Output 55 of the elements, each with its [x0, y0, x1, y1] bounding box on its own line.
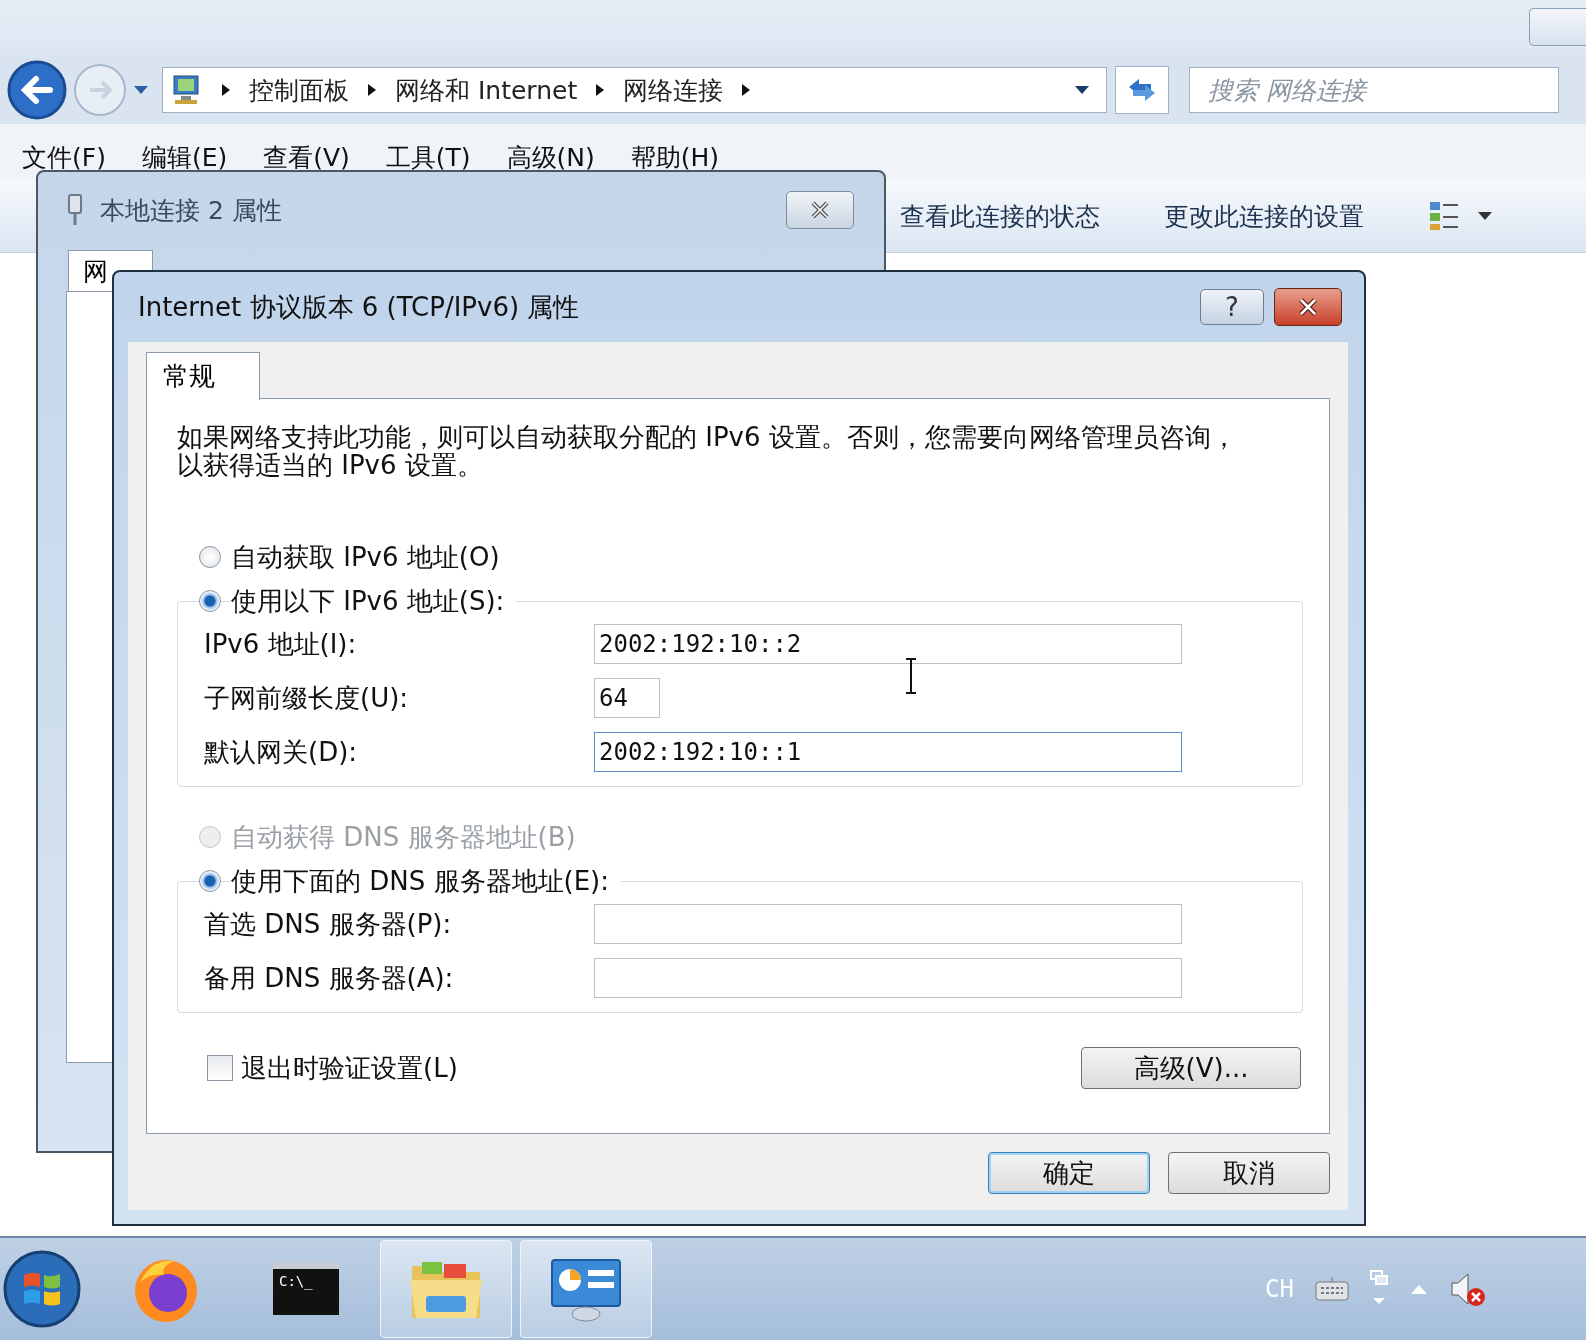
- radio-button[interactable]: [199, 870, 221, 892]
- text-cursor-icon: [904, 658, 918, 694]
- input-field[interactable]: [594, 958, 1182, 998]
- toolbar-button[interactable]: 查看此连接的状态: [900, 199, 1100, 233]
- terminal-icon: C:\_: [273, 1263, 339, 1315]
- chevron-icon: [595, 83, 606, 97]
- input-field[interactable]: 2002:192:10::1: [594, 732, 1182, 772]
- taskbar-button[interactable]: C:\_: [240, 1240, 372, 1338]
- input-field[interactable]: [594, 904, 1182, 944]
- tab[interactable]: 常规: [146, 352, 260, 400]
- help-button[interactable]: ?: [1200, 289, 1264, 325]
- chevron-icon: [367, 83, 377, 97]
- keyboard-icon[interactable]: [1314, 1276, 1350, 1302]
- dialog-button[interactable]: 确定: [988, 1152, 1150, 1194]
- field-label: 默认网关(D):: [204, 735, 359, 769]
- dropdown-icon[interactable]: [132, 84, 150, 96]
- menu-item[interactable]: 编辑(E): [141, 141, 228, 174]
- breadcrumb-item[interactable]: 网络连接: [623, 73, 724, 107]
- taskbar-button[interactable]: [380, 1240, 512, 1338]
- menu-item[interactable]: 帮助(H): [630, 141, 720, 174]
- radio-button[interactable]: [199, 590, 221, 612]
- minimize-button[interactable]: [1529, 8, 1586, 46]
- start-button[interactable]: [2, 1249, 82, 1329]
- field-label: 子网前缀长度(U):: [204, 681, 410, 715]
- chevron-icon: [221, 83, 231, 97]
- dropdown-icon[interactable]: [1476, 210, 1494, 222]
- radio-button[interactable]: [199, 546, 221, 568]
- checkbox-label: 退出时验证设置(L): [241, 1051, 458, 1085]
- menu-item[interactable]: 高级(N): [506, 141, 595, 174]
- field-label: 首选 DNS 服务器(P):: [204, 907, 453, 941]
- advanced-button[interactable]: 高级(V)...: [1081, 1047, 1301, 1089]
- window-title: Internet 协议版本 6 (TCP/IPv6) 属性: [138, 290, 580, 324]
- input-field[interactable]: 2002:192:10::2: [594, 624, 1182, 664]
- description-text: 如果网络支持此功能，则可以自动获取分配的 IPv6 设置。否则，您需要向网络管理员咨询，以获得适当的 IPv6 设置。: [177, 423, 1237, 479]
- back-icon[interactable]: [6, 59, 68, 121]
- field-label: 备用 DNS 服务器(A):: [204, 961, 455, 995]
- address-bar[interactable]: 控制面板 网络和 Internet 网络连接: [162, 67, 1107, 113]
- dialog-button[interactable]: 取消: [1168, 1152, 1330, 1194]
- breadcrumb-item[interactable]: 控制面板: [249, 73, 349, 107]
- input-field[interactable]: 64: [594, 678, 660, 718]
- search-field[interactable]: 搜索 网络连接: [1189, 67, 1559, 113]
- window-title: 本地连接 2 属性: [100, 194, 282, 227]
- toolbar-button[interactable]: 更改此连接的设置: [1164, 199, 1364, 233]
- refresh-button[interactable]: [1115, 66, 1169, 114]
- menu-item[interactable]: 查看(V): [263, 141, 350, 174]
- close-button[interactable]: [1274, 288, 1342, 326]
- dropdown-icon[interactable]: [1074, 85, 1090, 95]
- chevron-icon: [741, 83, 752, 97]
- menu-item[interactable]: 工具(T): [385, 141, 471, 174]
- checkbox[interactable]: [207, 1055, 233, 1081]
- breadcrumb-item[interactable]: 网络和 Internet: [395, 73, 578, 107]
- menu-item[interactable]: 文件(F): [22, 141, 106, 174]
- field-label: IPv6 地址(I):: [204, 627, 358, 661]
- control-panel-icon: [548, 1256, 624, 1322]
- taskbar-button[interactable]: [520, 1240, 652, 1338]
